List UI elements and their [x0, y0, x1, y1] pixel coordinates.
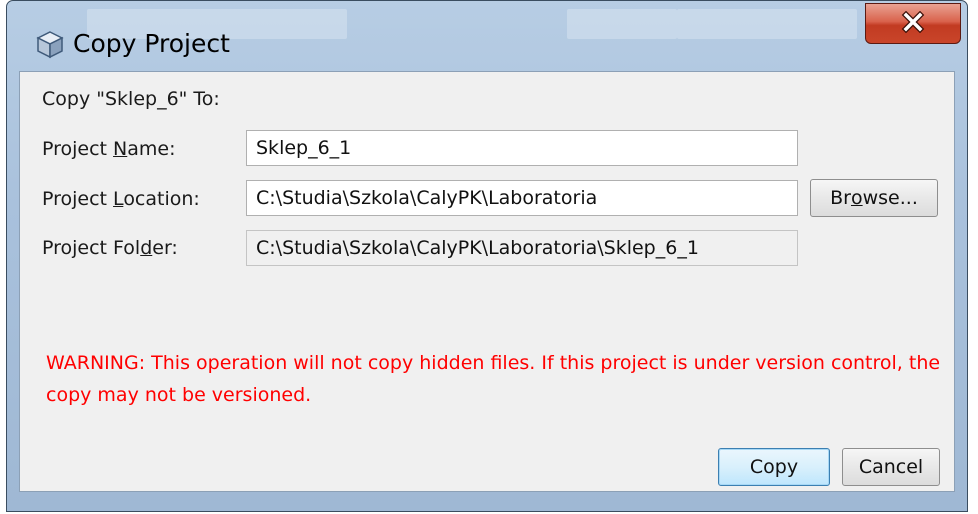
- label-text: er:: [152, 237, 178, 259]
- project-location-label: Project Location:: [42, 188, 200, 210]
- copy-project-dialog: Copy Project Copy "Sklep_6" To: Project …: [6, 0, 968, 512]
- browse-button[interactable]: Br o wse...: [810, 179, 938, 217]
- project-folder-label: Project Folder:: [42, 237, 178, 259]
- project-location-input[interactable]: C:\Studia\Szkola\CalyPK\Laboratoria: [246, 180, 798, 216]
- copy-button[interactable]: Copy: [718, 448, 830, 486]
- button-text: wse...: [862, 187, 918, 209]
- label-text: Project Fol: [42, 237, 141, 259]
- close-button[interactable]: [865, 3, 961, 44]
- cancel-button[interactable]: Cancel: [842, 448, 940, 486]
- cube-icon: [35, 29, 65, 59]
- title-bar[interactable]: Copy Project: [7, 1, 967, 71]
- button-mnemonic: o: [850, 187, 863, 209]
- label-text: ocation:: [123, 188, 200, 210]
- label-text: Project: [42, 188, 114, 210]
- project-name-input[interactable]: Sklep_6_1: [246, 130, 798, 166]
- dialog-content: Copy "Sklep_6" To: Project Name: Sklep_6…: [19, 71, 955, 492]
- button-text: Br: [830, 187, 851, 209]
- project-name-label: Project Name:: [42, 138, 176, 160]
- close-icon: [901, 10, 925, 37]
- label-mnemonic: L: [113, 188, 124, 210]
- label-text: ame:: [127, 138, 176, 160]
- copy-heading: Copy "Sklep_6" To:: [42, 88, 220, 110]
- label-mnemonic: N: [113, 138, 128, 160]
- label-text: Project: [42, 138, 114, 160]
- label-mnemonic: d: [140, 237, 153, 259]
- hidden-files-warning: WARNING: This operation will not copy hi…: [46, 352, 941, 406]
- window-title: Copy Project: [73, 29, 230, 58]
- project-folder-field: C:\Studia\Szkola\CalyPK\Laboratoria\Skle…: [246, 230, 798, 266]
